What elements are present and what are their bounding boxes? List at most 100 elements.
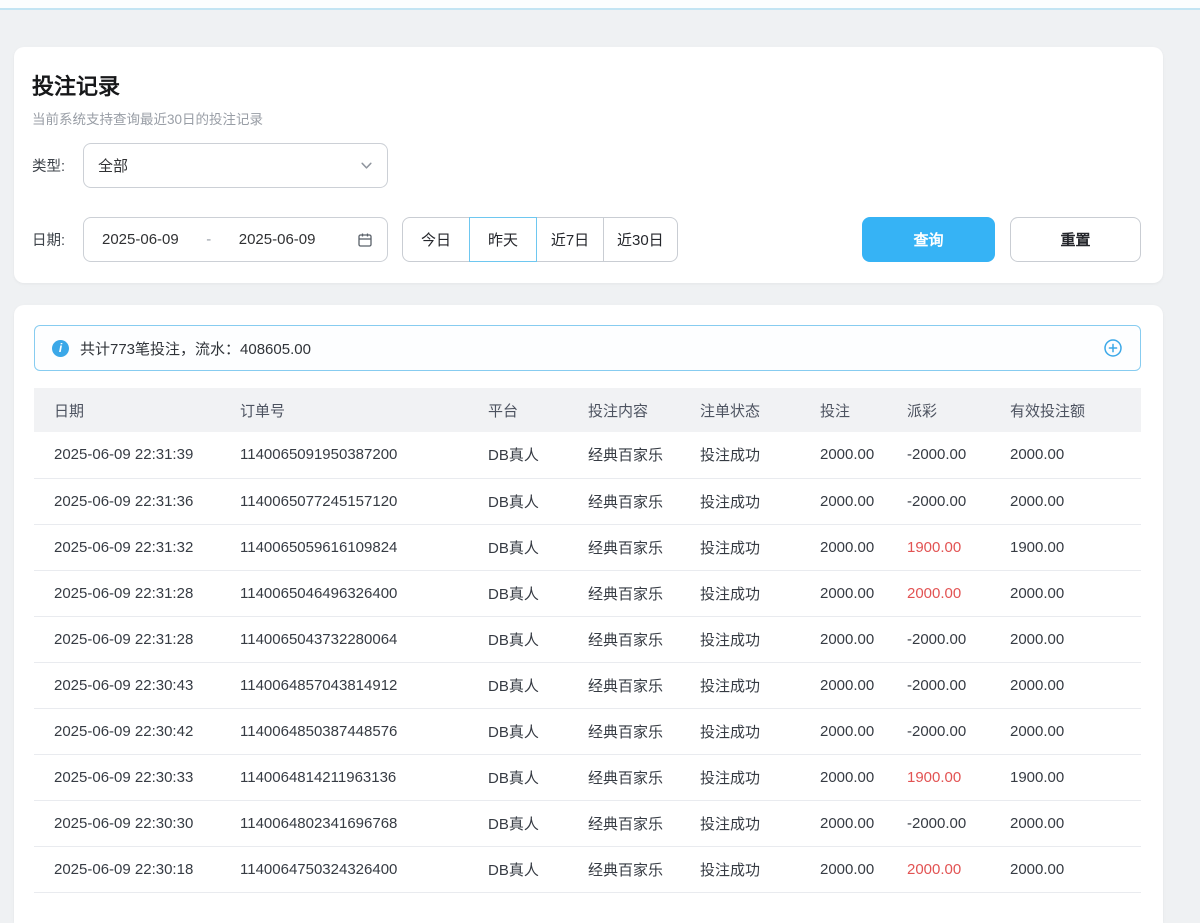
cell-order: 1140064850387448576 [220,708,468,754]
quick-date-button-近30日[interactable]: 近30日 [603,217,678,262]
cell-valid: 2000.00 [990,846,1141,892]
cell-bet: 2000.00 [800,800,887,846]
cell-valid: 2000.00 [990,616,1141,662]
cell-date: 2025-06-09 22:30:43 [34,662,220,708]
cell-order: 1140065077245157120 [220,478,468,524]
cell-platform: DB真人 [468,708,568,754]
cell-content: 经典百家乐 [568,708,680,754]
cell-date: 2025-06-09 22:31:28 [34,616,220,662]
cell-valid: 1900.00 [990,524,1141,570]
cell-valid: 2000.00 [990,570,1141,616]
cell-order: 1140065043732280064 [220,616,468,662]
type-filter-row: 类型: 全部 [32,143,1141,188]
cell-status: 投注成功 [680,570,800,616]
cell-platform: DB真人 [468,800,568,846]
type-select[interactable]: 全部 [83,143,388,188]
chevron-down-icon [360,159,373,172]
quick-date-button-近7日[interactable]: 近7日 [536,217,604,262]
cell-bet: 2000.00 [800,478,887,524]
query-button[interactable]: 查询 [862,217,995,262]
cell-date: 2025-06-09 22:31:36 [34,478,220,524]
cell-status: 投注成功 [680,662,800,708]
cell-date: 2025-06-09 22:30:42 [34,708,220,754]
type-label: 类型: [32,155,83,176]
cell-valid: 1900.00 [990,754,1141,800]
cell-bet: 2000.00 [800,846,887,892]
column-header-payout: 派彩 [887,388,990,432]
page-subtitle: 当前系统支持查询最近30日的投注记录 [32,108,1141,128]
table-row: 2025-06-09 22:30:421140064850387448576DB… [34,708,1141,754]
table-row: 2025-06-09 22:30:181140064750324326400DB… [34,846,1141,892]
info-icon: i [52,340,69,357]
filter-panel: 投注记录 当前系统支持查询最近30日的投注记录 类型: 全部 日期: 2025-… [14,47,1163,283]
cell-status: 投注成功 [680,432,800,478]
cell-valid: 2000.00 [990,800,1141,846]
cell-platform: DB真人 [468,616,568,662]
cell-bet: 2000.00 [800,570,887,616]
quick-date-button-group: 今日昨天近7日近30日 [402,217,678,262]
cell-payout: -2000.00 [887,478,990,524]
table-row: 2025-06-09 22:31:281140065043732280064DB… [34,616,1141,662]
cell-payout: -2000.00 [887,432,990,478]
table-row: 2025-06-09 22:31:361140065077245157120DB… [34,478,1141,524]
cell-date: 2025-06-09 22:30:33 [34,754,220,800]
type-select-value: 全部 [98,155,128,176]
column-header-status: 注单状态 [680,388,800,432]
cell-payout: -2000.00 [887,662,990,708]
cell-date: 2025-06-09 22:31:39 [34,432,220,478]
cell-order: 1140064750324326400 [220,846,468,892]
cell-status: 投注成功 [680,708,800,754]
summary-text: 共计773笔投注，流水：408605.00 [80,338,311,359]
column-header-platform: 平台 [468,388,568,432]
cell-date: 2025-06-09 22:30:30 [34,800,220,846]
cell-content: 经典百家乐 [568,846,680,892]
cell-platform: DB真人 [468,662,568,708]
records-panel: i 共计773笔投注，流水：408605.00 日期订单号平台投注内容注单状态投… [14,305,1163,923]
cell-order: 1140064857043814912 [220,662,468,708]
cell-date: 2025-06-09 22:30:18 [34,846,220,892]
cell-content: 经典百家乐 [568,754,680,800]
quick-date-button-今日[interactable]: 今日 [402,217,470,262]
column-header-bet: 投注 [800,388,887,432]
cell-platform: DB真人 [468,432,568,478]
reset-button[interactable]: 重置 [1010,217,1141,262]
cell-payout: 2000.00 [887,570,990,616]
cell-platform: DB真人 [468,570,568,616]
cell-payout: 2000.00 [887,846,990,892]
cell-content: 经典百家乐 [568,570,680,616]
plus-circle-icon[interactable] [1103,338,1123,358]
date-start-value: 2025-06-09 [102,231,179,248]
cell-order: 1140065091950387200 [220,432,468,478]
cell-payout: 1900.00 [887,754,990,800]
cell-payout: -2000.00 [887,800,990,846]
cell-platform: DB真人 [468,524,568,570]
cell-content: 经典百家乐 [568,662,680,708]
column-header-date: 日期 [34,388,220,432]
cell-status: 投注成功 [680,754,800,800]
cell-status: 投注成功 [680,800,800,846]
table-row: 2025-06-09 22:31:391140065091950387200DB… [34,432,1141,478]
cell-content: 经典百家乐 [568,616,680,662]
bet-records-table: 日期订单号平台投注内容注单状态投注派彩有效投注额 2025-06-09 22:3… [34,388,1141,893]
page-title: 投注记录 [32,69,1141,101]
cell-status: 投注成功 [680,616,800,662]
cell-payout: 1900.00 [887,524,990,570]
date-end-value: 2025-06-09 [239,231,316,248]
cell-bet: 2000.00 [800,708,887,754]
cell-valid: 2000.00 [990,432,1141,478]
top-header-edge [0,0,1200,10]
cell-payout: -2000.00 [887,616,990,662]
column-header-valid: 有效投注额 [990,388,1141,432]
quick-date-button-昨天[interactable]: 昨天 [469,217,537,262]
cell-bet: 2000.00 [800,432,887,478]
cell-order: 1140064814211963136 [220,754,468,800]
cell-valid: 2000.00 [990,478,1141,524]
cell-bet: 2000.00 [800,662,887,708]
table-row: 2025-06-09 22:30:431140064857043814912DB… [34,662,1141,708]
table-header: 日期订单号平台投注内容注单状态投注派彩有效投注额 [34,388,1141,432]
cell-date: 2025-06-09 22:31:28 [34,570,220,616]
date-separator: - [206,231,211,248]
date-range-input[interactable]: 2025-06-09 - 2025-06-09 [83,217,388,262]
date-label: 日期: [32,229,83,250]
cell-content: 经典百家乐 [568,800,680,846]
